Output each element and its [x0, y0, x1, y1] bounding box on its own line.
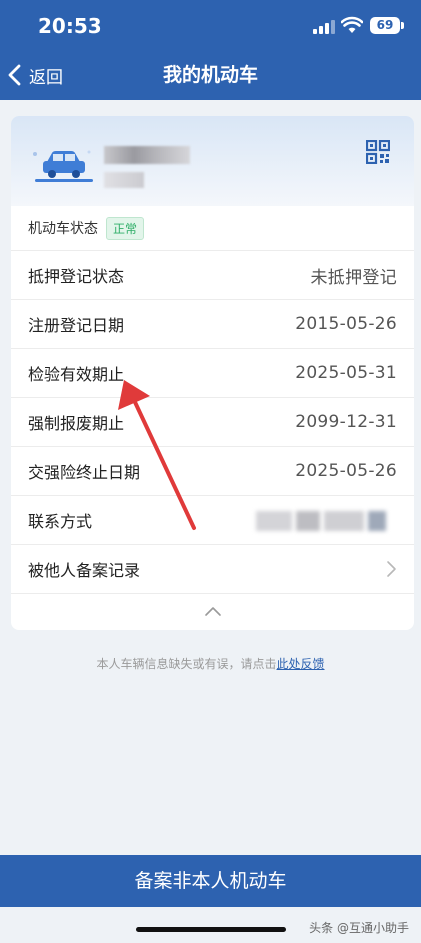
watermark: 头条 @互通小助手 [309, 921, 409, 935]
row-value: 未抵押登记 [310, 267, 397, 288]
chevron-right-icon [387, 561, 396, 577]
row-label: 被他人备案记录 [28, 561, 141, 580]
feedback-text: 本人车辆信息缺失或有误，请点击 [96, 657, 277, 671]
home-area: 头条 @互通小助手 [0, 907, 421, 943]
inspection-expiry-row: 检验有效期止 2025-05-31 [11, 349, 414, 398]
feedback-link[interactable]: 此处反馈 [277, 657, 325, 671]
vehicle-card: 机动车状态 正常 抵押登记状态 未抵押登记 注册登记日期 2015-05-26 … [11, 116, 414, 630]
row-value: 2015-05-26 [295, 314, 397, 334]
status-bar: 20:53 69 [0, 0, 421, 52]
status-badge: 正常 [106, 216, 145, 240]
collapse-button[interactable] [11, 591, 414, 630]
vehicle-card-header [11, 116, 414, 206]
row-label: 检验有效期止 [28, 365, 125, 384]
chevron-up-icon [204, 606, 221, 616]
page-title: 我的机动车 [162, 64, 258, 86]
vehicle-status-label: 机动车状态 [28, 221, 98, 237]
row-value: 2099-12-31 [295, 412, 397, 432]
home-indicator[interactable] [136, 927, 286, 932]
qr-code-icon[interactable] [366, 140, 390, 164]
vehicle-status-row: 机动车状态 正常 [11, 206, 414, 251]
row-label: 联系方式 [28, 512, 93, 531]
insurance-expiry-row: 交强险终止日期 2025-05-26 [11, 447, 414, 496]
row-label: 注册登记日期 [28, 316, 125, 335]
filed-by-others-row[interactable]: 被他人备案记录 [11, 545, 414, 594]
status-time: 20:53 [38, 14, 102, 38]
row-label: 抵押登记状态 [28, 267, 125, 286]
feedback-note: 本人车辆信息缺失或有误，请点击此处反馈 [0, 655, 421, 672]
scrap-deadline-row: 强制报废期止 2099-12-31 [11, 398, 414, 447]
vehicle-info-redacted [104, 172, 144, 188]
contact-row: 联系方式 [11, 496, 414, 545]
top-bar: 20:53 69 返回 我的机动车 [0, 0, 421, 100]
car-icon [33, 150, 93, 182]
row-label: 交强险终止日期 [28, 463, 141, 482]
contact-redacted [256, 511, 396, 531]
registration-date-row: 注册登记日期 2015-05-26 [11, 300, 414, 349]
back-button[interactable]: 返回 [4, 58, 63, 92]
back-label: 返回 [29, 67, 63, 88]
wifi-icon [341, 16, 363, 33]
battery-icon: 69 [370, 17, 404, 34]
register-non-own-vehicle-button[interactable]: 备案非本人机动车 [0, 855, 421, 907]
row-label: 强制报废期止 [28, 414, 125, 433]
row-value: 2025-05-26 [295, 461, 397, 481]
row-value: 2025-05-31 [295, 363, 397, 383]
plate-number-redacted [104, 146, 190, 164]
chevron-left-icon [8, 64, 21, 86]
mortgage-status-row: 抵押登记状态 未抵押登记 [11, 251, 414, 300]
cellular-signal-icon [313, 20, 335, 34]
